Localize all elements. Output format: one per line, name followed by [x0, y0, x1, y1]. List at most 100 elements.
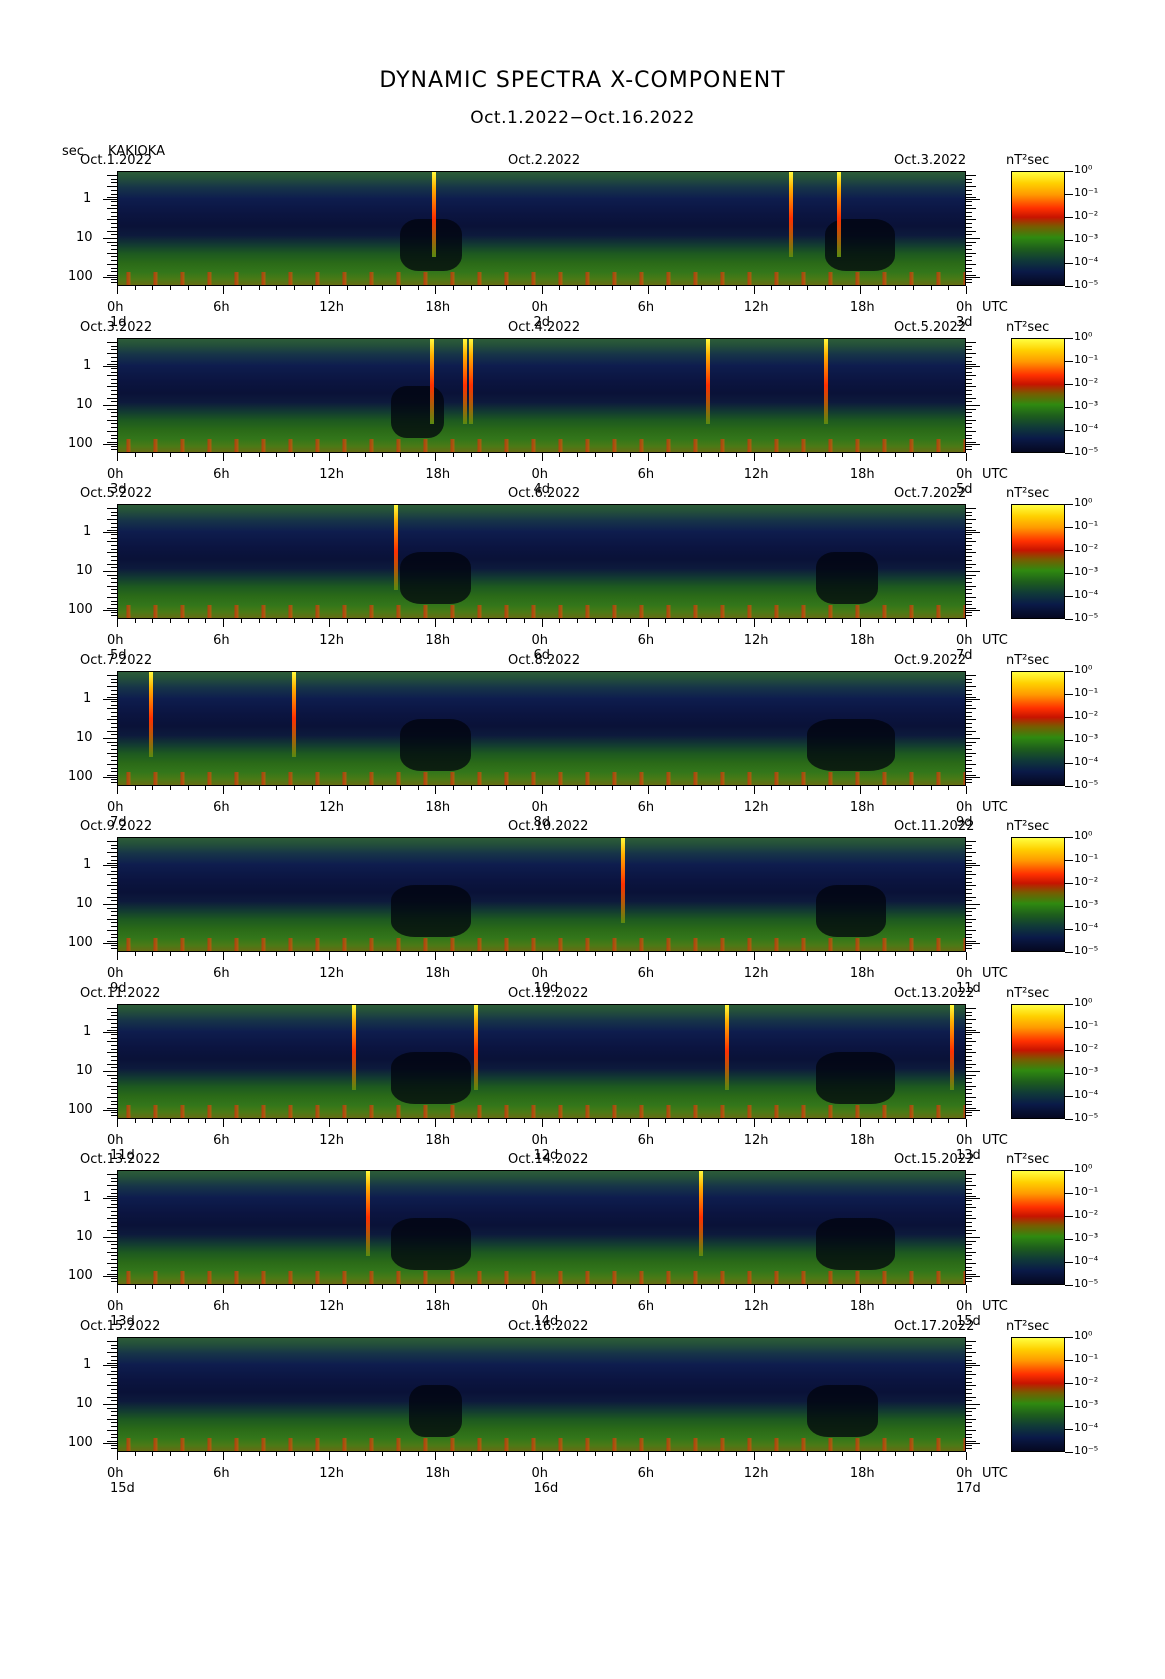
y-minor-tick: [111, 1255, 117, 1257]
y-minor-tick: [111, 760, 117, 762]
y-minor-tick: [111, 1093, 117, 1095]
x-minor-tick: [683, 453, 684, 457]
x-minor-tick: [346, 1452, 348, 1456]
x-unit-label: UTC: [982, 800, 1008, 815]
x-major-tick: [859, 1119, 861, 1127]
y-minor-tick-right: [966, 1026, 972, 1028]
y-minor-tick: [111, 345, 117, 347]
x-minor-tick: [576, 952, 578, 956]
colorbar-unit: nT²sec: [1006, 653, 1050, 668]
x-minor-tick: [700, 286, 702, 290]
y-minor-tick-right: [966, 1433, 972, 1435]
x-minor-tick: [134, 1119, 136, 1123]
y-minor-tick-right: [966, 1019, 976, 1021]
colorbar-tick: [1065, 453, 1073, 454]
y-minor-tick-right: [966, 689, 972, 691]
y-minor-tick: [111, 559, 117, 561]
y-minor-tick-right: [966, 855, 972, 857]
y-minor-tick: [107, 1074, 117, 1076]
x-minor-tick: [488, 1285, 490, 1289]
x-minor-tick: [523, 619, 525, 623]
y-minor-tick: [107, 763, 117, 765]
x-minor-tick: [276, 1452, 278, 1456]
x-minor-tick: [824, 1452, 826, 1456]
x-minor-tick: [417, 786, 419, 790]
y-minor-tick: [111, 1370, 117, 1372]
x-minor-tick: [612, 786, 614, 790]
panel-date-mid: Oct.6.2022: [508, 486, 581, 501]
y-minor-tick-right: [966, 1030, 976, 1032]
x-tick-label: 12h: [743, 300, 769, 315]
x-minor-tick: [771, 1452, 773, 1456]
colorbar: [1011, 338, 1065, 453]
y-tick-label: 100: [68, 435, 93, 451]
y-minor-tick: [107, 230, 117, 232]
x-minor-tick: [683, 786, 684, 790]
x-minor-tick: [948, 619, 950, 623]
spike-mark: [291, 671, 296, 758]
x-major-tick: [117, 786, 118, 794]
x-minor-tick: [594, 1285, 596, 1289]
y-minor-tick-right: [966, 1222, 972, 1224]
x-minor-tick: [258, 453, 260, 457]
colorbar-tick: [1065, 786, 1073, 787]
x-minor-tick: [594, 619, 596, 623]
y-minor-tick-right: [966, 1185, 976, 1187]
y-minor-tick: [107, 1030, 117, 1032]
colorbar-tick-label: 10⁰: [1074, 663, 1093, 676]
colorbar-tick-label: 10⁻⁴: [1074, 921, 1099, 934]
x-tick-label: 0h: [956, 467, 973, 482]
y-minor-tick-right: [966, 1348, 972, 1350]
x-minor-tick: [771, 786, 773, 790]
y-minor-tick-right: [966, 1426, 972, 1428]
y-minor-tick-right: [966, 1429, 976, 1431]
colorbar-tick-label: 10⁻⁴: [1074, 1088, 1099, 1101]
x-major-tick: [223, 786, 225, 794]
y-minor-tick-right: [966, 212, 972, 213]
colorbar-tick: [1065, 1073, 1073, 1074]
x-major-tick: [329, 1285, 331, 1293]
colorbar-tick: [1065, 1119, 1073, 1120]
x-major-tick: [647, 619, 649, 627]
y-minor-tick: [107, 552, 117, 554]
y-minor-tick-right: [966, 1403, 972, 1405]
y-minor-tick: [107, 353, 117, 355]
spectrogram: [117, 171, 966, 286]
panel-date-right: Oct.13.2022: [894, 986, 975, 1001]
y-minor-tick-right: [966, 948, 972, 950]
y-minor-tick-right: [966, 686, 976, 688]
low-frequency-band: [117, 1105, 966, 1119]
y-minor-tick-right: [966, 1341, 976, 1342]
y-minor-tick-right: [966, 1188, 972, 1190]
x-minor-tick: [453, 286, 455, 290]
x-minor-tick: [771, 453, 773, 457]
y-minor-tick-right: [966, 1355, 972, 1357]
x-minor-tick: [400, 1452, 401, 1456]
colorbar-tick-label: 10⁻²: [1074, 209, 1099, 222]
x-minor-tick: [470, 286, 472, 290]
colorbar-tick-label: 10⁰: [1074, 1162, 1093, 1175]
x-minor-tick: [930, 952, 932, 956]
colorbar-tick: [1065, 573, 1073, 574]
y-tick: [103, 1197, 117, 1200]
y-minor-tick-right: [966, 900, 972, 902]
y-minor-tick: [111, 237, 117, 239]
y-minor-tick: [107, 874, 117, 876]
spike-mark: [431, 171, 436, 258]
colorbar-tick: [1065, 883, 1073, 884]
y-minor-tick-right: [966, 282, 972, 284]
x-minor-tick: [453, 786, 455, 790]
y-minor-tick-right: [966, 678, 972, 680]
y-minor-tick: [111, 1199, 117, 1201]
x-tick-label: 12h: [319, 1299, 345, 1314]
x-major-tick: [859, 1452, 861, 1460]
x-minor-tick: [382, 453, 384, 457]
y-tick-label: 10: [76, 396, 93, 412]
y-minor-tick: [111, 1437, 117, 1439]
y-minor-tick-right: [966, 1366, 972, 1368]
y-minor-tick-right: [966, 848, 972, 850]
x-unit-label: UTC: [982, 633, 1008, 648]
x-minor-tick: [170, 1452, 172, 1456]
x-minor-tick: [152, 619, 154, 623]
x-tick-label: 0h: [531, 966, 549, 981]
